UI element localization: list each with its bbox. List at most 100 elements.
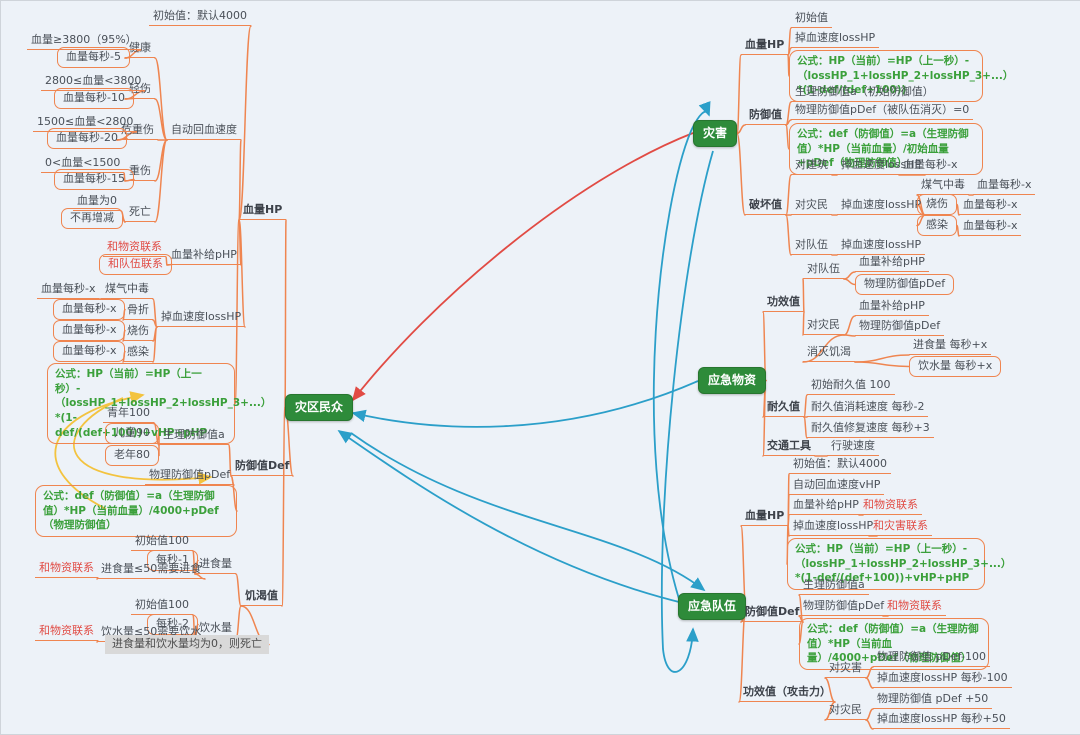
node-relieve-water[interactable]: 饮水量 每秒+x [909, 356, 1001, 377]
arrow-supplies-to-victims [353, 381, 698, 427]
node-disaster-gas-rate[interactable]: 血量每秒-x [973, 177, 1035, 195]
node-attack[interactable]: 功效值（攻击力） [739, 684, 835, 702]
node-team-hp-init[interactable]: 初始值：默认4000 [789, 456, 891, 474]
node-vs-disaster-loss[interactable]: 掉血速度lossHP 每秒-100 [873, 670, 1012, 688]
node-team-php[interactable]: 血量补给pHP [789, 497, 863, 515]
node-food-init[interactable]: 初始值100 [131, 533, 193, 551]
node-burn[interactable]: 烧伤 [123, 323, 153, 341]
node-to-team-pdef[interactable]: 物理防御值pDef [855, 274, 954, 295]
node-elder[interactable]: 老年80 [105, 445, 159, 466]
node-relieve-hunger[interactable]: 消灭饥渴 [803, 344, 855, 362]
node-vs-disaster-pdef[interactable]: 物理防御值 pDef-100 [873, 649, 990, 667]
node-effect-to-team[interactable]: 对队伍 [803, 261, 844, 279]
root-team[interactable]: 应急队伍 [678, 593, 746, 620]
node-phys-def[interactable]: 物理防御值pDef [145, 467, 234, 485]
node-durability-init[interactable]: 初始耐久值 100 [807, 377, 895, 395]
node-minor-rate[interactable]: 血量每秒-10 [54, 88, 134, 109]
branch-line [153, 327, 157, 362]
link-supplies-label[interactable]: 和物资联系 [883, 598, 946, 616]
node-durability-repair[interactable]: 耐久值修复速度 每秒+3 [807, 420, 934, 438]
node-disaster-infection[interactable]: 感染 [917, 215, 957, 236]
node-fracture[interactable]: 骨折 [123, 302, 153, 320]
node-victims-def[interactable]: 防御值Def [231, 458, 293, 476]
node-attack-vs-victims[interactable]: 对灾民 [825, 702, 866, 720]
formula-victims-def[interactable]: 公式：def（防御值）=a（生理防御值）*HP（当前血量）/4000+pDef（… [35, 485, 237, 537]
node-fracture-rate[interactable]: 血量每秒-x [53, 299, 125, 320]
node-vs-team[interactable]: 对队伍 [791, 237, 832, 255]
node-child[interactable]: 儿童90 [105, 423, 159, 444]
node-disaster-bio-def[interactable]: 生理防御值a（初始防御值） [791, 84, 938, 102]
node-transport[interactable]: 交通工具 [763, 438, 815, 456]
node-bio-def[interactable]: 生理防御值a [159, 427, 229, 445]
node-critical-rate[interactable]: 血量每秒-20 [47, 128, 127, 149]
node-disaster-hp[interactable]: 血量HP [741, 37, 788, 55]
node-healthy-rate[interactable]: 血量每秒-5 [57, 47, 130, 68]
node-disaster-hp-init[interactable]: 初始值 [791, 10, 832, 28]
root-victims[interactable]: 灾区民众 [285, 394, 353, 421]
node-gas-poisoning[interactable]: 煤气中毒 [101, 281, 153, 299]
node-vs-team-loss[interactable]: 掉血速度lossHP [837, 237, 925, 255]
node-disaster-burn-rate[interactable]: 血量每秒-x [959, 197, 1021, 215]
node-disaster-burn[interactable]: 烧伤 [917, 194, 957, 215]
node-disaster-phys-def[interactable]: 物理防御值pDef（被队伍消灭）=0 [791, 102, 973, 120]
branch-line [866, 678, 873, 688]
link-supplies-label[interactable]: 和物资联系 [35, 560, 98, 578]
arrow-disaster-to-victims [353, 133, 693, 400]
node-youth[interactable]: 青年100 [103, 405, 154, 423]
branch-line [737, 125, 745, 134]
node-vs-building-rate[interactable]: 血量每秒-x [899, 157, 961, 175]
node-team-phys-def[interactable]: 物理防御值pDef [799, 598, 888, 616]
node-dead[interactable]: 死亡 [125, 204, 155, 222]
node-attack-vs-disaster[interactable]: 对灾害 [825, 660, 866, 678]
link-disaster-label[interactable]: 和灾害联系 [869, 518, 932, 536]
node-to-victims-php[interactable]: 血量补给pHP [855, 298, 929, 316]
node-water-init[interactable]: 初始值100 [131, 597, 193, 615]
note-death-condition[interactable]: 进食量和饮水量均为0，则死亡 [105, 635, 269, 654]
branch-line [737, 134, 745, 216]
node-disaster-infection-rate[interactable]: 血量每秒-x [959, 218, 1021, 236]
node-disaster-gas[interactable]: 煤气中毒 [917, 177, 969, 195]
node-infection-rate[interactable]: 血量每秒-x [53, 341, 125, 362]
node-effect-to-victims[interactable]: 对灾民 [803, 317, 844, 335]
node-vs-victims-pdef[interactable]: 物理防御值 pDef +50 [873, 691, 992, 709]
link-team-label[interactable]: 和队伍联系 [99, 254, 172, 275]
branch-line [844, 335, 855, 336]
node-dead-rate[interactable]: 不再增减 [61, 208, 123, 229]
node-infection[interactable]: 感染 [123, 344, 153, 362]
node-auto-heal[interactable]: 自动回血速度 [167, 122, 241, 140]
node-victims-losshp[interactable]: 掉血速度lossHP [157, 309, 245, 327]
node-team-bio-def[interactable]: 生理防御值a [799, 577, 869, 595]
node-relieve-food[interactable]: 进食量 每秒+x [909, 337, 991, 355]
node-disaster-def[interactable]: 防御值 [745, 107, 786, 125]
node-team-losshp[interactable]: 掉血速度lossHP [789, 518, 877, 536]
node-to-victims-pdef[interactable]: 物理防御值pDef [855, 318, 944, 336]
node-gas-rate[interactable]: 血量每秒-x [37, 281, 99, 299]
node-effect[interactable]: 功效值 [763, 294, 804, 312]
node-vs-victims-loss[interactable]: 掉血速度lossHP [837, 197, 925, 215]
root-disaster[interactable]: 灾害 [693, 120, 737, 147]
node-team-vhp[interactable]: 自动回血速度vHP [789, 477, 884, 495]
node-victims-php[interactable]: 血量补给pHP [167, 247, 241, 265]
node-vs-victims[interactable]: 对灾民 [791, 197, 832, 215]
branch-line [844, 316, 855, 335]
node-food-need[interactable]: 进食量≤50需要进食 [97, 561, 205, 579]
node-durability-use[interactable]: 耐久值消耗速度 每秒-2 [807, 399, 928, 417]
branch-line [282, 408, 285, 607]
link-supplies-label[interactable]: 和物资联系 [859, 497, 922, 515]
node-victims-hp[interactable]: 血量HP [239, 202, 286, 220]
node-vs-building[interactable]: 对建筑 [791, 157, 832, 175]
node-burn-rate[interactable]: 血量每秒-x [53, 320, 125, 341]
node-severe-rate[interactable]: 血量每秒-15 [54, 169, 134, 190]
node-team-def[interactable]: 防御值Def [741, 604, 803, 622]
node-hunger[interactable]: 饥渴值 [241, 588, 282, 606]
link-supplies-label[interactable]: 和物资联系 [35, 623, 98, 641]
node-to-team-php[interactable]: 血量补给pHP [855, 254, 929, 272]
node-team-hp[interactable]: 血量HP [741, 508, 788, 526]
node-speed[interactable]: 行驶速度 [827, 438, 879, 456]
node-victims-hp-init[interactable]: 初始值：默认4000 [149, 8, 251, 26]
root-supplies[interactable]: 应急物资 [698, 367, 766, 394]
node-durability[interactable]: 耐久值 [763, 399, 804, 417]
node-vs-victims-loss[interactable]: 掉血速度lossHP 每秒+50 [873, 711, 1010, 729]
node-damage[interactable]: 破坏值 [745, 197, 786, 215]
node-disaster-losshp[interactable]: 掉血速度lossHP [791, 30, 879, 48]
